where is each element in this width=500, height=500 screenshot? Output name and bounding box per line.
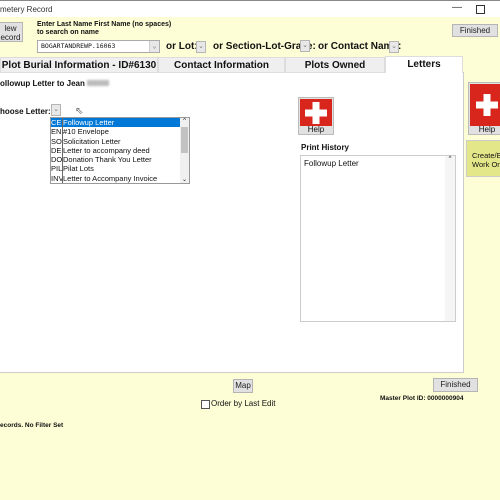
or-lot-label: or Lot: [166,41,198,52]
letter-option[interactable]: DE Letter to accompany deed [51,145,189,156]
letter-option[interactable]: SOSolicitation Letter [51,136,189,146]
letter-heading: ollowup Letter to Jean [0,79,110,88]
list-scrollbar[interactable]: ^ ⌄ [180,118,189,183]
choose-letter-label: hoose Letter: [0,107,51,116]
letter-name: Letter to accompany deed [63,145,150,155]
contact-dropdown[interactable]: ⌄ [389,41,399,53]
letter-options-list[interactable]: CE Followup Letter EN #10 Envelope SOSolicit… [50,117,190,184]
letter-code: DO [51,155,63,165]
finished-button[interactable]: Finished [433,378,478,392]
scroll-up-icon: ^ [183,118,186,124]
letter-name: Pilat Lots [63,164,94,174]
print-history-label: Print History [301,143,350,152]
help-cross-icon [300,99,332,126]
letter-option[interactable]: PILPilat Lots [51,164,189,174]
records-status: ecords. No Filter Set [0,422,64,429]
map-button[interactable]: Map [233,379,253,393]
name-search-combo[interactable]: BOGARTANDREWP.16063 ⌄ [37,40,160,53]
mouse-cursor-icon: ⇖ [75,106,84,117]
help-button-side[interactable]: Help [468,82,500,135]
help-cross-icon [470,84,500,126]
letter-option[interactable]: CE Followup Letter [51,118,189,128]
tab-plot-burial[interactable]: Plot Burial Information - ID#6130 [0,57,158,73]
tab-plots-owned[interactable]: Plots Owned [285,57,385,73]
print-history-item[interactable]: Followup Letter [301,156,455,171]
letter-code: SO [51,136,63,146]
letter-option[interactable]: INVLetter to Accompany Invoice [51,173,189,183]
help-button[interactable]: Help [298,97,334,135]
lot-dropdown[interactable]: ⌄ [196,41,206,53]
window-title: metery Record [0,5,53,14]
minimize-button[interactable]: — [452,2,462,13]
letter-name: #10 Envelope [63,127,109,137]
scroll-down-icon: ⌄ [181,177,188,183]
letter-option[interactable]: EN #10 Envelope [51,127,189,137]
letter-option[interactable]: DODonation Thank You Letter [51,155,189,165]
chevron-down-icon[interactable]: ⌄ [149,41,159,52]
order-by-last-edit-label: Order by Last Edit [211,399,276,408]
scroll-thumb [181,127,188,153]
history-scrollbar[interactable]: ^ [445,156,455,321]
choose-letter-dropdown[interactable]: ⌄ [51,104,61,116]
letter-name: Letter to Accompany Invoice [63,173,158,183]
title-bar: metery Record — [0,0,500,17]
tab-contact-information[interactable]: Contact Information [158,57,285,73]
letter-code: INV [51,173,63,183]
search-hint: Enter Last Name First Name (no spaces) to… [37,21,172,36]
finished-button-top[interactable]: Finished [452,24,498,37]
print-history-list[interactable]: Followup Letter ^ [300,155,456,322]
tab-letters[interactable]: Letters [385,56,463,73]
order-by-last-edit-checkbox[interactable] [201,400,210,409]
letter-code: EN [51,127,63,137]
new-record-button[interactable]: lew ecord [0,22,23,42]
master-plot-id: Master Plot ID: 0000000904 [380,395,464,402]
letter-name: Solicitation Letter [63,136,121,146]
redacted-name [87,80,110,86]
letter-code: DE [51,145,63,156]
letter-code: PIL [51,164,63,174]
work-order-button[interactable]: Create/EWork Ord [466,140,500,177]
letter-name: Donation Thank You Letter [63,155,152,165]
slg-dropdown[interactable]: ⌄ [300,40,310,52]
letter-name: Followup Letter [63,118,115,127]
maximize-button[interactable] [476,5,485,14]
letter-code: CE [51,118,63,128]
